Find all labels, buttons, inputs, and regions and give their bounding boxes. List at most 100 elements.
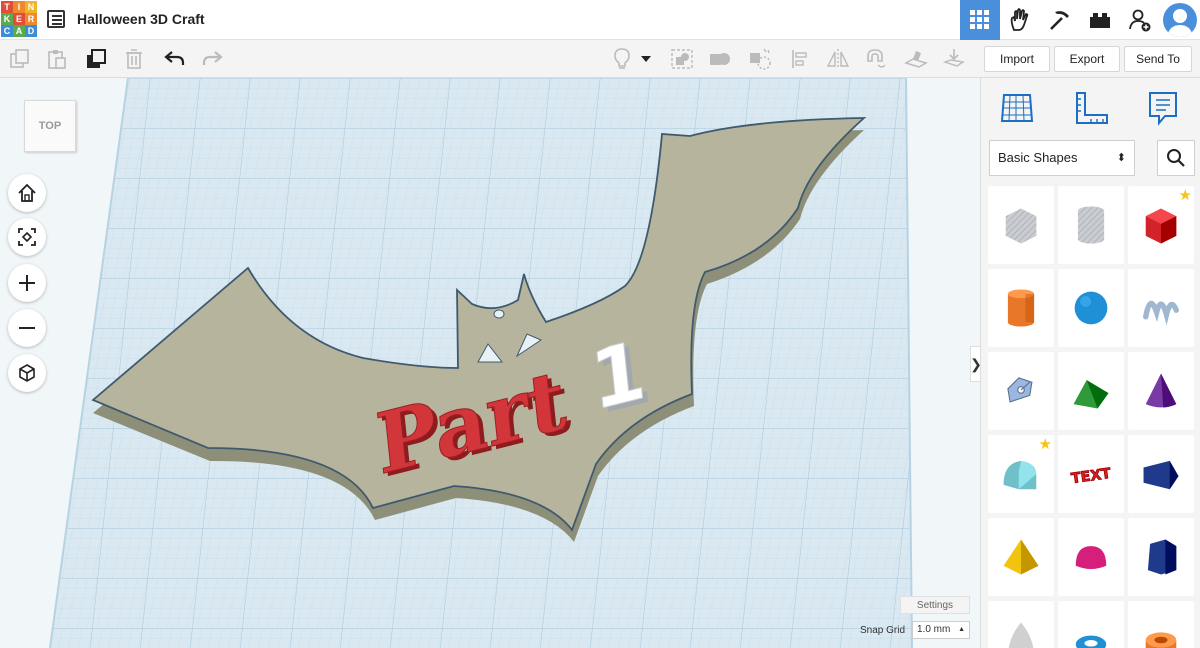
lessons-view-button[interactable] <box>1040 0 1080 40</box>
align-button[interactable] <box>789 47 813 71</box>
home-view-button[interactable] <box>8 174 46 212</box>
shape-tile-wedge-prism[interactable] <box>1128 435 1194 513</box>
cube-icon <box>19 364 35 382</box>
grid-icon <box>970 10 989 29</box>
ungroup-icon <box>710 53 730 65</box>
avatar-silhouette-icon <box>1167 9 1193 37</box>
shape-tile-pyramid[interactable] <box>988 518 1054 596</box>
workplane-button[interactable] <box>904 47 928 71</box>
shape-tile-paraboloid[interactable] <box>988 601 1054 648</box>
brick-icon <box>1090 13 1110 28</box>
shape-category-select[interactable]: Basic Shapes <box>989 140 1135 176</box>
zoom-out-button[interactable] <box>8 309 46 347</box>
shape-tile-cylinder-hole[interactable] <box>1058 186 1124 264</box>
pickaxe-icon <box>1050 11 1069 30</box>
cruise-button[interactable] <box>864 47 888 71</box>
lightbulb-icon <box>614 48 630 69</box>
bricks-view-button[interactable] <box>1080 0 1120 40</box>
favorite-star-icon: ★ <box>1038 436 1052 453</box>
plus-icon <box>19 275 35 291</box>
undo-icon <box>164 51 185 65</box>
shape-tile-sphere[interactable] <box>1058 269 1124 347</box>
logo-letter: I <box>13 1 25 13</box>
align-icon <box>792 50 807 68</box>
shape-tile-tube[interactable] <box>1128 601 1194 648</box>
ruler-tab[interactable] <box>1069 86 1113 130</box>
logo-letter: E <box>13 13 25 25</box>
shape-generator-icon <box>1007 377 1033 403</box>
copy-button[interactable] <box>8 47 32 71</box>
shape-tile-polygon[interactable] <box>1128 518 1194 596</box>
3d-design-view-button[interactable] <box>960 0 1000 40</box>
shape-search-button[interactable] <box>1157 140 1195 176</box>
workplane-icon <box>904 51 928 68</box>
document-title[interactable]: Halloween 3D Craft <box>77 11 205 27</box>
polygon-icon <box>1147 539 1177 575</box>
shape-tile-box-hole[interactable] <box>988 186 1054 264</box>
shape-tile-cylinder[interactable] <box>988 269 1054 347</box>
tube-icon <box>1145 632 1177 648</box>
design-list-icon[interactable] <box>47 10 65 28</box>
perspective-toggle-button[interactable] <box>8 354 46 392</box>
logo-letter: K <box>1 13 13 25</box>
user-avatar[interactable] <box>1163 3 1197 37</box>
shape-tile-box[interactable]: ★ <box>1128 186 1194 264</box>
pyramid-icon <box>1003 539 1039 575</box>
scribble-icon <box>1143 300 1179 326</box>
shape-tile-scribble[interactable] <box>1128 269 1194 347</box>
tinkercad-logo[interactable]: TINKERCAD <box>1 1 37 37</box>
group-button[interactable] <box>670 47 694 71</box>
cylinder-icon <box>1007 289 1035 327</box>
light-button[interactable] <box>610 47 634 71</box>
logo-letter: D <box>25 25 37 37</box>
hole-solid-button[interactable] <box>748 47 772 71</box>
duplicate-button[interactable] <box>84 47 108 71</box>
grid-plane: Part Part 1 1 <box>0 78 980 648</box>
view-cube[interactable]: TOP <box>24 100 76 152</box>
svg-text:TEXT: TEXT <box>1070 466 1112 487</box>
shape-tile-shape-generator[interactable] <box>988 352 1054 430</box>
home-icon <box>18 183 36 202</box>
import-button[interactable]: Import <box>984 46 1050 72</box>
collapse-panel-button[interactable]: ❯ <box>970 346 980 382</box>
ungroup-button[interactable] <box>708 47 732 71</box>
minus-icon <box>19 327 35 329</box>
hand-icon <box>1010 8 1029 31</box>
shape-tile-half-sphere[interactable] <box>1058 518 1124 596</box>
shape-tile-text[interactable]: TEXT <box>1058 435 1124 513</box>
workplane-canvas[interactable]: Part Part 1 1 TOP Settings Snap Grid 1.0… <box>0 78 980 648</box>
shape-tile-round-roof[interactable]: ★ <box>988 435 1054 513</box>
shape-tile-cone[interactable] <box>1128 352 1194 430</box>
redo-button[interactable] <box>200 47 224 71</box>
add-user-button[interactable] <box>1120 0 1160 40</box>
mirror-icon <box>826 49 850 69</box>
search-icon <box>1167 149 1185 167</box>
export-button[interactable]: Export <box>1054 46 1120 72</box>
ruler-drop-button[interactable] <box>942 47 966 71</box>
duplicate-icon <box>87 49 106 68</box>
favorite-star-icon: ★ <box>1178 187 1192 204</box>
settings-button[interactable]: Settings <box>900 596 970 614</box>
workplane-tab[interactable] <box>995 86 1039 130</box>
undo-button[interactable] <box>163 47 187 71</box>
group-icon <box>671 49 693 69</box>
fit-view-button[interactable] <box>8 218 46 256</box>
box-icon <box>1145 208 1177 244</box>
send-to-button[interactable]: Send To <box>1124 46 1192 72</box>
delete-button[interactable] <box>122 47 146 71</box>
snap-grid-label: Snap Grid <box>860 625 906 636</box>
shape-tile-roof[interactable] <box>1058 352 1124 430</box>
hanging-hole <box>493 309 505 319</box>
zoom-in-button[interactable] <box>8 264 46 302</box>
mirror-button[interactable] <box>826 47 850 71</box>
snap-grid-select[interactable]: 1.0 mm <box>912 621 970 639</box>
number-one-shape[interactable]: 1 <box>586 321 651 429</box>
shape-tile-torus[interactable] <box>1058 601 1124 648</box>
blocks-view-button[interactable] <box>1000 0 1040 40</box>
paste-button[interactable] <box>45 47 69 71</box>
logo-letter: R <box>25 13 37 25</box>
notes-tab[interactable] <box>1141 86 1185 130</box>
paste-icon <box>48 50 66 69</box>
caret-down-icon <box>641 56 651 62</box>
light-dropdown[interactable] <box>639 47 653 71</box>
